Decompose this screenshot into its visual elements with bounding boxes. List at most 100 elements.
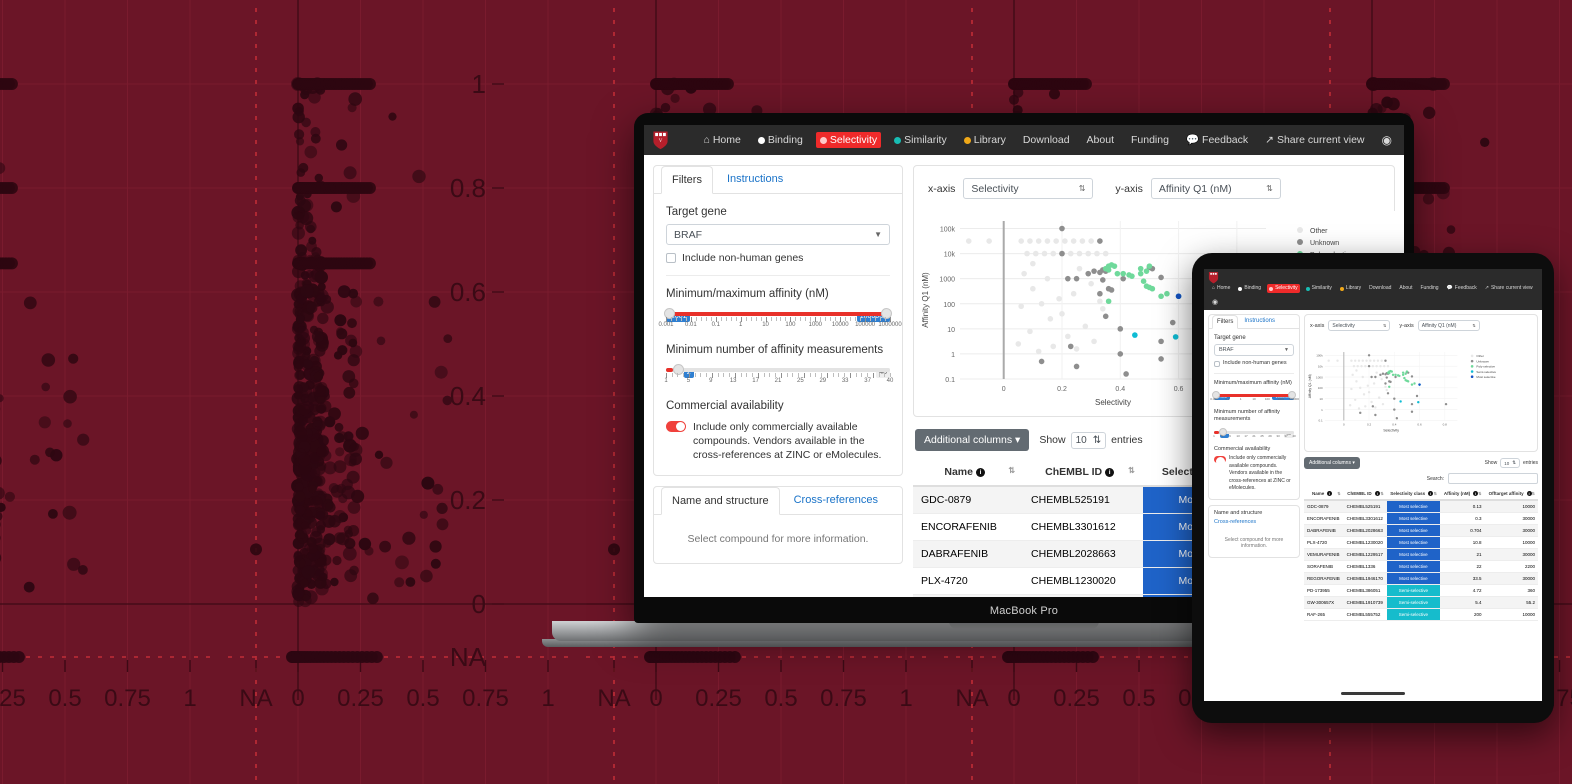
scatter-point[interactable] — [1073, 275, 1080, 282]
scatter-point[interactable] — [1403, 376, 1406, 380]
nav-item-about[interactable]: About — [1397, 284, 1414, 293]
scatter-point[interactable] — [1390, 370, 1393, 373]
scatter-point[interactable] — [1073, 346, 1080, 352]
scatter-point[interactable] — [1376, 359, 1380, 362]
scatter-point[interactable] — [1053, 238, 1059, 244]
scatter-point[interactable] — [1117, 326, 1124, 332]
table-row[interactable]: PLX-4720 CHEMBL1230020 Most selective 10.8 1… — [1304, 536, 1538, 549]
scatter-point[interactable] — [1386, 392, 1390, 395]
affinity-slider[interactable]: 0.001 1000000 0.001 0.01 0.1 1 10 100 1000 1000… — [658, 308, 902, 332]
scatter-point[interactable] — [1102, 313, 1109, 320]
scatter-point[interactable] — [1114, 270, 1121, 277]
nav-item-funding[interactable]: Funding — [1418, 284, 1440, 293]
column-header-chembl-id[interactable]: ChEMBL ID i ⇅ — [1023, 459, 1143, 487]
nav-item-about[interactable]: About — [1083, 132, 1118, 149]
scatter-point[interactable] — [1111, 263, 1118, 269]
nav-item-library[interactable]: Library — [1338, 284, 1363, 293]
scatter-point[interactable] — [1372, 382, 1376, 385]
scatter-point[interactable] — [1384, 382, 1387, 385]
scatter-point[interactable] — [1384, 385, 1387, 388]
scatter-point[interactable] — [1350, 359, 1353, 362]
scatter-point[interactable] — [1386, 364, 1390, 368]
scatter-point[interactable] — [1336, 359, 1339, 362]
nav-item-similarity[interactable]: Similarity — [1304, 284, 1334, 293]
table-row[interactable]: DABRAFENIBCHEMBL2028663Most selective0.7… — [1304, 524, 1538, 537]
harvard-shield-icon[interactable] — [1208, 271, 1219, 284]
scatter-point[interactable] — [1038, 300, 1045, 307]
scatter-point[interactable] — [1364, 364, 1367, 368]
scatter-point[interactable] — [1035, 348, 1042, 355]
info-icon[interactable]: i — [1105, 467, 1115, 477]
tab-instructions[interactable]: Instructions — [717, 166, 793, 193]
scatter-point[interactable] — [1385, 376, 1388, 379]
scatter-point[interactable] — [1120, 275, 1126, 282]
scatter-point[interactable] — [1367, 390, 1371, 394]
column-header-offtarget-affinity[interactable]: Offtarget affinity i ⇅ — [1484, 488, 1538, 502]
scatter-point[interactable] — [1050, 343, 1057, 350]
scatter-point[interactable] — [1123, 371, 1129, 377]
scatter-point[interactable] — [1353, 398, 1357, 402]
measurements-track[interactable] — [666, 364, 890, 375]
scatter-point[interactable] — [1097, 298, 1103, 305]
scatter-point[interactable] — [1357, 359, 1361, 362]
tab-instructions[interactable]: Instructions — [1240, 315, 1279, 328]
table-row[interactable]: VEMURAFENIB CHEMBL1229517 Most selective 21… — [1304, 548, 1538, 561]
scatter-point[interactable] — [1410, 375, 1414, 378]
nav-item-binding[interactable]: Binding — [1236, 284, 1263, 293]
additional-columns-button[interactable]: Additional columns ▾ — [915, 429, 1030, 451]
scatter-point[interactable] — [1388, 371, 1391, 375]
tab-name-structure[interactable]: Name and structure — [661, 486, 780, 515]
scatter-point[interactable] — [1375, 364, 1378, 368]
target-gene-select[interactable]: BRAF ▼ — [1214, 344, 1294, 356]
scatter-point[interactable] — [1366, 384, 1370, 387]
scatter-point[interactable] — [1018, 238, 1024, 244]
scatter-point[interactable] — [1398, 374, 1401, 378]
scatter-point[interactable] — [1371, 405, 1375, 408]
harvard-shield-icon[interactable]: V — [652, 130, 669, 150]
commercial-toggle[interactable] — [1214, 456, 1226, 467]
sort-icon[interactable]: ⇅ — [1128, 466, 1135, 475]
scatter-point[interactable] — [1076, 250, 1083, 257]
sort-icon[interactable]: ⇅ — [1337, 491, 1340, 496]
table-row[interactable]: PD-173955 CHEMBL386051 Semi-selective 4.72 3… — [1304, 584, 1538, 597]
sort-icon[interactable]: ⇅ — [1380, 491, 1383, 496]
sort-icon[interactable]: ⇅ — [1008, 466, 1015, 475]
scatter-point[interactable] — [1327, 359, 1330, 362]
scatter-point[interactable] — [1405, 370, 1409, 373]
search-input[interactable] — [1448, 473, 1538, 484]
commercial-toggle-row[interactable]: Include only commercially available comp… — [1214, 455, 1294, 493]
scatter-point[interactable] — [1359, 386, 1362, 390]
scatter-point[interactable] — [965, 238, 972, 244]
scatter-point[interactable] — [1389, 380, 1392, 384]
info-icon[interactable]: i — [975, 467, 985, 477]
tab-name-structure[interactable]: Name and structure — [1214, 510, 1294, 516]
scatter-point[interactable] — [1410, 383, 1414, 386]
nav-item-feedback[interactable]: 💬 Feedback — [1445, 284, 1479, 293]
scatter-point[interactable] — [1406, 380, 1410, 383]
scatter-point[interactable] — [1105, 298, 1112, 305]
nav-item-share-current-view[interactable]: ↗ Share current view — [1261, 132, 1368, 149]
scatter-point[interactable] — [1129, 273, 1135, 279]
include-nonhuman-checkbox[interactable]: Include non-human genes — [666, 252, 890, 264]
page-size-select[interactable]: 10 ⇅ — [1070, 431, 1107, 449]
table-row[interactable]: GW-300657X CHEMBL1910739 Semi-selective 5.4… — [1304, 596, 1538, 609]
nav-item-selectivity[interactable]: Selectivity — [815, 131, 882, 149]
scatter-point[interactable] — [1097, 290, 1103, 297]
table-row[interactable]: REGORAFENIB CHEMBL1946170 Most selective 33… — [1304, 572, 1538, 585]
y-axis-select[interactable]: Affinity Q1 (nM) ⇅ — [1150, 178, 1281, 199]
scatter-point[interactable] — [1374, 406, 1377, 409]
column-header-selectivity-class[interactable]: Selectivity classi⇅ — [1386, 488, 1440, 502]
scatter-point[interactable] — [1047, 316, 1054, 322]
commercial-toggle[interactable] — [666, 421, 686, 432]
scatter-point[interactable] — [1021, 270, 1027, 277]
nav-item-feedback[interactable]: 💬 Feedback — [1182, 132, 1252, 149]
scatter-point[interactable] — [1172, 334, 1179, 340]
table-row[interactable]: RAF-265 CHEMBL555752 Semi-selective 200 1000… — [1304, 608, 1538, 621]
scatter-point[interactable] — [1377, 396, 1381, 399]
scatter-point[interactable] — [1393, 397, 1396, 400]
scatter-point[interactable] — [1076, 265, 1083, 272]
x-axis-select[interactable]: Selectivity ⇅ — [1328, 320, 1391, 331]
scatter-point[interactable] — [1384, 359, 1387, 362]
scatter-point[interactable] — [1352, 364, 1356, 368]
x-axis-select[interactable]: Selectivity ⇅ — [963, 178, 1094, 199]
